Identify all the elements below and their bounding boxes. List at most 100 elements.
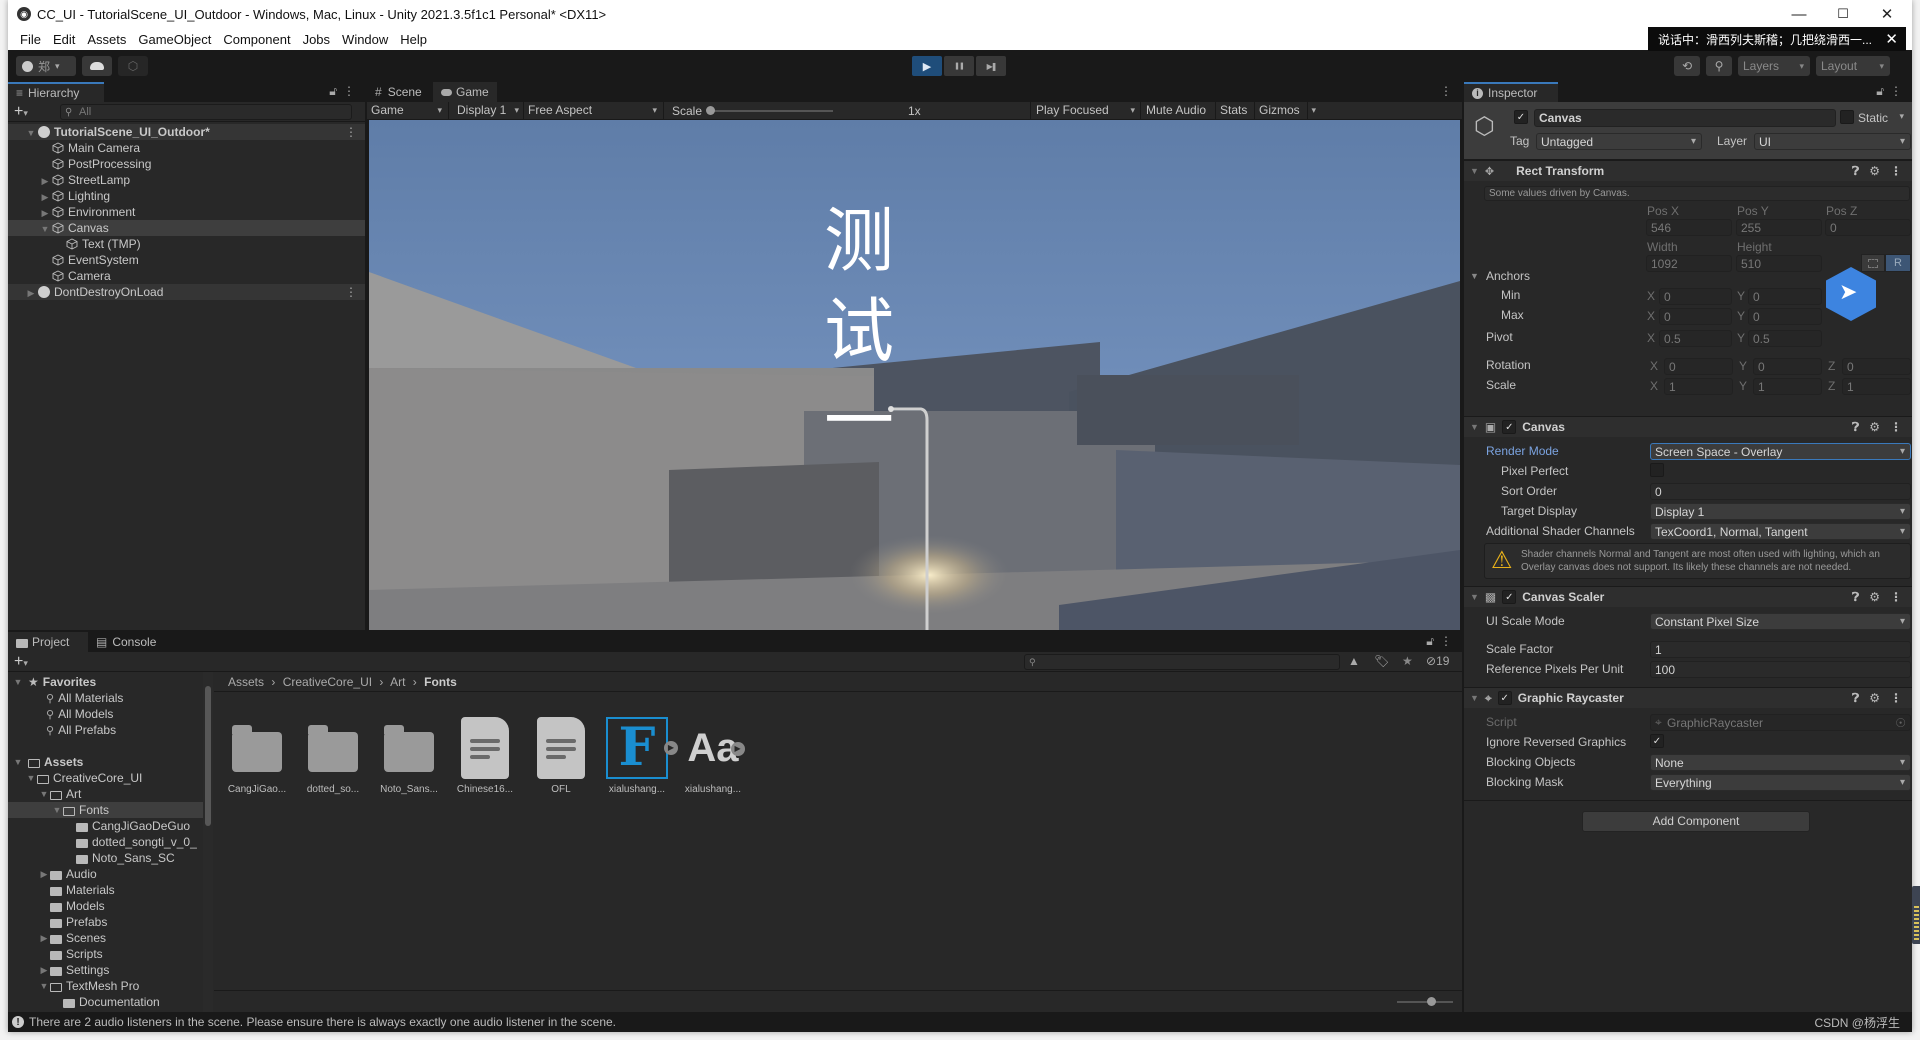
raw-edit-button[interactable]: R [1885, 254, 1911, 272]
more-menu-icon[interactable]: ⋮ [1890, 590, 1902, 605]
more-menu-icon[interactable]: ⋮ [345, 125, 357, 139]
object-picker-icon[interactable]: ☉ [1895, 716, 1906, 730]
ignore-reversed-checkbox[interactable]: ✓ [1650, 734, 1664, 748]
project-folder-item[interactable]: CangJiGaoDeGuo [8, 818, 203, 834]
close-window-button[interactable]: ✕ [1864, 0, 1910, 28]
project-folder-item[interactable]: ▼ TextMesh Pro [8, 978, 203, 994]
foldout-arrow-icon[interactable]: ▶ [38, 965, 50, 976]
help-icon[interactable]: ❓︎ [1852, 691, 1859, 706]
breadcrumb-art[interactable]: Art [390, 675, 405, 689]
foldout-arrow-icon[interactable]: ▶ [38, 869, 50, 880]
project-search-input[interactable]: ⚲ [1024, 654, 1340, 670]
shader-channels-dropdown[interactable]: TexCoord1, Normal, Tangent [1650, 523, 1911, 540]
width-field[interactable]: 1092 [1646, 255, 1732, 272]
asset-item[interactable]: Chinese16... [450, 716, 520, 795]
canvas-scaler-header[interactable]: ▼ ▩ ✓ Canvas Scaler ❓︎ ⚙︎ ⋮ [1464, 586, 1912, 607]
pivot-x-field[interactable]: 0.5 [1659, 330, 1732, 347]
hierarchy-item[interactable]: PostProcessing [8, 156, 365, 172]
foldout-arrow-icon[interactable]: ▼ [38, 981, 50, 991]
height-field[interactable]: 510 [1736, 255, 1822, 272]
graphic-raycaster-header[interactable]: ▼ ⌖ ✓ Graphic Raycaster ❓︎ ⚙︎ ⋮ [1464, 687, 1912, 708]
foldout-arrow-icon[interactable]: ▼ [12, 757, 24, 767]
stats-toggle[interactable]: Stats [1215, 102, 1254, 119]
foldout-arrow-icon[interactable]: ▼ [1470, 693, 1479, 703]
breadcrumb-creativecore[interactable]: CreativeCore_UI [283, 675, 372, 689]
hierarchy-scene-row[interactable]: ▼ TutorialScene_UI_Outdoor* ⋮ [8, 124, 365, 140]
collapsed-arrow-icon[interactable]: ▶ [25, 288, 37, 299]
preset-icon[interactable]: ⚙︎ [1869, 691, 1880, 706]
project-folder-item[interactable]: dotted_songti_v_0_ [8, 834, 203, 850]
foldout-arrow-icon[interactable]: ▼ [12, 677, 24, 687]
tab-console[interactable]: ▤ Console [88, 632, 168, 652]
hierarchy-item[interactable]: Camera [8, 268, 365, 284]
blocking-objects-dropdown[interactable]: None [1650, 754, 1911, 771]
target-display-dropdown[interactable]: Display 1 [1650, 503, 1911, 520]
rotation-z-field[interactable]: 0 [1842, 358, 1911, 375]
tab-hierarchy[interactable]: ≡ Hierarchy [8, 82, 104, 102]
tag-dropdown[interactable]: Untagged [1536, 133, 1702, 150]
add-component-button[interactable]: Add Component [1582, 811, 1810, 832]
blocking-mask-dropdown[interactable]: Everything [1650, 774, 1911, 791]
icon-size-slider[interactable] [1397, 997, 1453, 1006]
foldout-arrow-icon[interactable]: ▼ [1470, 422, 1479, 432]
pause-button[interactable]: ❚❚ [944, 56, 974, 76]
help-icon[interactable]: ❓︎ [1852, 164, 1859, 179]
script-field[interactable]: ⌖ GraphicRaycaster ☉ [1650, 714, 1911, 731]
more-menu-icon[interactable]: ⋮ [1440, 84, 1452, 98]
anchor-max-y-field[interactable]: 0 [1748, 308, 1822, 325]
menu-assets[interactable]: Assets [81, 32, 132, 47]
menu-gameobject[interactable]: GameObject [132, 32, 217, 47]
favorites-header[interactable]: ▼ ★ Favorites [8, 674, 212, 690]
gizmos-toggle[interactable]: Gizmos ▾ [1254, 102, 1320, 119]
help-icon[interactable]: ❓︎ [1852, 590, 1859, 605]
project-folder-item[interactable]: Materials [8, 882, 203, 898]
preset-icon[interactable]: ⚙︎ [1869, 420, 1880, 435]
filter-by-type-icon[interactable]: ▲ [1348, 654, 1360, 668]
notification-close-icon[interactable]: ✕ [1885, 30, 1898, 48]
layers-dropdown[interactable]: Layers ▾ [1738, 56, 1810, 76]
step-button[interactable]: ▶❚ [976, 56, 1006, 76]
object-name-field[interactable]: Canvas [1534, 109, 1836, 127]
tree-scrollbar-thumb[interactable] [205, 686, 211, 826]
expanded-arrow-icon[interactable]: ▼ [39, 224, 51, 234]
more-menu-icon[interactable]: ⋮ [1440, 634, 1452, 648]
tab-inspector[interactable]: i Inspector [1464, 82, 1558, 102]
lock-icon[interactable]: 🔓︎ [329, 84, 337, 99]
asset-item[interactable]: Aa ▶ xialushang... [678, 716, 748, 795]
hierarchy-item[interactable]: ▶ StreetLamp [8, 172, 365, 188]
graphic-raycaster-enabled-checkbox[interactable]: ✓ [1497, 691, 1512, 705]
foldout-arrow-icon[interactable]: ▶ [38, 933, 50, 944]
project-folder-item[interactable]: Models [8, 898, 203, 914]
account-dropdown[interactable]: 郑 ▾ [16, 56, 76, 76]
pixel-perfect-checkbox[interactable] [1650, 463, 1664, 477]
project-folder-item[interactable]: ▼ Fonts [8, 802, 203, 818]
project-folder-item[interactable]: Scripts [8, 946, 203, 962]
menu-jobs[interactable]: Jobs [297, 32, 336, 47]
canvas-enabled-checkbox[interactable]: ✓ [1502, 420, 1517, 434]
anchor-max-x-field[interactable]: 0 [1659, 308, 1732, 325]
pos-y-field[interactable]: 255 [1736, 219, 1822, 236]
blueprint-mode-button[interactable] [1861, 254, 1885, 272]
anchor-min-x-field[interactable]: 0 [1659, 288, 1732, 305]
collab-button[interactable]: ⬡ [118, 56, 148, 76]
hierarchy-item[interactable]: ▼ Canvas [8, 220, 365, 236]
minimize-button[interactable]: — [1776, 0, 1822, 28]
rotation-x-field[interactable]: 0 [1664, 358, 1733, 375]
project-folder-item[interactable]: Documentation [8, 994, 203, 1010]
more-menu-icon[interactable]: ⋮ [345, 285, 357, 299]
favorite-item[interactable]: ⚲ All Materials [8, 690, 212, 706]
scale-x-field[interactable]: 1 [1664, 378, 1733, 395]
hierarchy-item[interactable]: Text (TMP) [8, 236, 365, 252]
foldout-arrow-icon[interactable]: ▼ [1470, 166, 1479, 176]
floating-app-widget[interactable]: ➤ [1826, 267, 1876, 321]
foldout-arrow-icon[interactable]: ▼ [1470, 592, 1479, 602]
tree-scrollbar[interactable] [203, 672, 213, 1012]
expanded-arrow-icon[interactable]: ▼ [25, 128, 37, 138]
pos-z-field[interactable]: 0 [1825, 219, 1911, 236]
scale-y-field[interactable]: 1 [1753, 378, 1822, 395]
display-dropdown[interactable]: Display 1 ▾ [449, 102, 524, 119]
tab-project[interactable]: Project [8, 632, 88, 652]
project-folder-item[interactable]: Noto_Sans_SC [8, 850, 203, 866]
menu-window[interactable]: Window [336, 32, 394, 47]
more-menu-icon[interactable]: ⋮ [1890, 420, 1902, 435]
